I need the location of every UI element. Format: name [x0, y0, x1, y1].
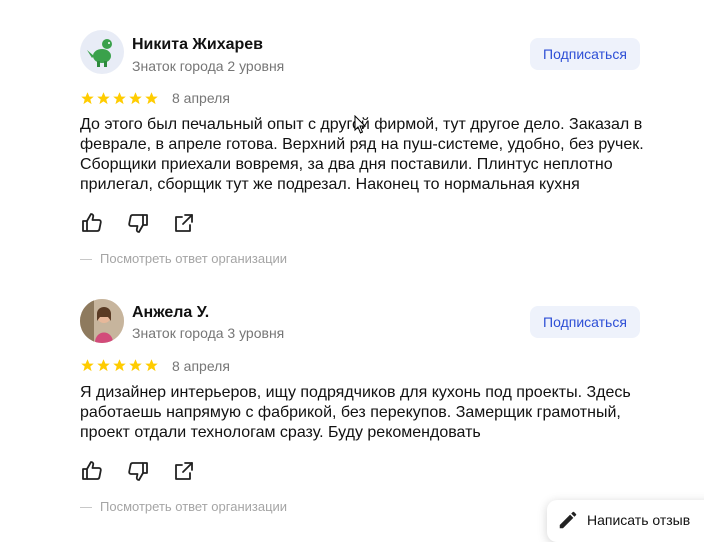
star-icon [97, 359, 110, 372]
review-date: 8 апреля [172, 358, 230, 374]
star-icon [129, 359, 142, 372]
write-review-label: Написать отзыв [587, 512, 691, 528]
subscribe-button[interactable]: Подписаться [530, 306, 640, 338]
rating-stars [80, 358, 159, 374]
star-icon [81, 92, 94, 105]
review-text: Я дизайнер интерьеров, ищу подрядчиков д… [80, 384, 631, 441]
answer-link-label: Посмотреть ответ организации [100, 251, 288, 266]
thumbs-down-icon[interactable] [126, 211, 150, 235]
thumbs-up-icon[interactable] [80, 459, 104, 483]
review-date: 8 апреля [172, 90, 230, 106]
star-icon [113, 92, 126, 105]
star-icon [113, 359, 126, 372]
thumbs-up-icon[interactable] [80, 211, 104, 235]
author-level: Знаток города 2 уровня [132, 58, 285, 74]
subscribe-button[interactable]: Подписаться [530, 38, 640, 70]
share-icon[interactable] [172, 211, 196, 235]
star-icon [81, 359, 94, 372]
star-icon [129, 92, 142, 105]
write-review-button[interactable]: Написать отзыв [547, 500, 704, 542]
review-actions [80, 211, 196, 235]
mouse-cursor-icon [354, 115, 367, 134]
star-icon [145, 92, 158, 105]
view-org-answer-link[interactable]: Посмотреть ответ организации [80, 499, 287, 514]
dinosaur-icon [87, 39, 112, 67]
pencil-icon [559, 511, 577, 529]
review-actions [80, 459, 196, 483]
user-photo-icon [80, 299, 124, 343]
star-icon [145, 359, 158, 372]
dash-divider [80, 259, 92, 261]
avatar[interactable] [80, 299, 124, 343]
rating-stars [80, 91, 159, 107]
answer-link-label: Посмотреть ответ организации [100, 499, 288, 514]
author-name[interactable]: Никита Жихарев [132, 36, 263, 54]
share-icon[interactable] [172, 459, 196, 483]
author-name[interactable]: Анжела У. [132, 304, 209, 322]
author-level: Знаток города 3 уровня [132, 325, 285, 341]
view-org-answer-link[interactable]: Посмотреть ответ организации [80, 251, 287, 266]
star-icon [97, 92, 110, 105]
dash-divider [80, 507, 92, 509]
thumbs-down-icon[interactable] [126, 459, 150, 483]
avatar[interactable] [80, 30, 124, 74]
